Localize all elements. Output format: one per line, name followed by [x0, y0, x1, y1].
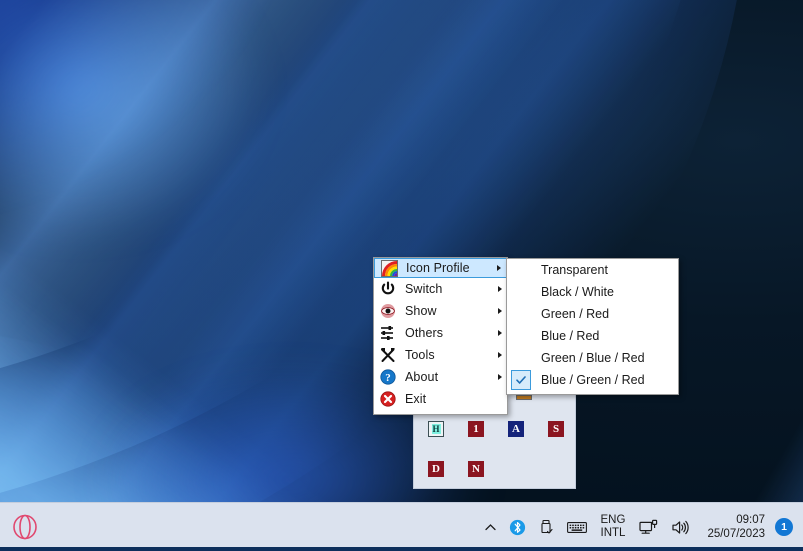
menu-item-icon-profile-label: Icon Profile: [406, 261, 470, 275]
menu-item-show[interactable]: Show: [374, 300, 507, 322]
show-hidden-icons-chevron[interactable]: [478, 507, 503, 547]
ime-line-1: ENG: [600, 514, 626, 526]
bluetooth-icon[interactable]: [503, 507, 532, 547]
menu-item-icon-profile[interactable]: Icon Profile: [374, 258, 507, 278]
menu-item-about[interactable]: ? About: [374, 366, 507, 388]
submenu-item-green-blue-red-label: Green / Blue / Red: [541, 351, 645, 365]
menu-item-others[interactable]: Others: [374, 322, 507, 344]
tray-icon-disk-letter: D: [428, 461, 444, 477]
menu-item-exit-label: Exit: [405, 392, 427, 406]
taskbar-opera-button[interactable]: [9, 511, 41, 543]
tray-icon-altgr-letter: A: [508, 421, 524, 437]
submenu-check-slot: [507, 259, 535, 281]
hammer-wrench-icon: [375, 345, 401, 365]
tray-context-menu[interactable]: Icon Profile Switch Show Others Tools ? …: [373, 257, 508, 415]
submenu-check-slot: [507, 325, 535, 347]
tray-icon-numlock[interactable]: 1: [468, 421, 484, 437]
submenu-check-slot: [507, 281, 535, 303]
network-icon[interactable]: [633, 507, 665, 547]
submenu-item-transparent-label: Transparent: [541, 263, 608, 277]
taskbar-bottom-edge: [0, 547, 803, 551]
menu-item-switch-label: Switch: [405, 282, 443, 296]
submenu-check-slot: [507, 369, 535, 391]
menu-item-tools[interactable]: Tools: [374, 344, 507, 366]
tray-icon-numpad[interactable]: N: [468, 461, 484, 477]
chevron-right-icon: [493, 352, 507, 358]
submenu-item-black-white-label: Black / White: [541, 285, 614, 299]
svg-text:?: ?: [385, 372, 391, 384]
sliders-icon: [375, 323, 401, 343]
menu-item-show-label: Show: [405, 304, 437, 318]
chevron-right-icon: [492, 265, 506, 271]
submenu-check-slot: [507, 303, 535, 325]
submenu-check-slot: [507, 347, 535, 369]
touch-keyboard-icon[interactable]: [561, 507, 593, 547]
menu-item-switch[interactable]: Switch: [374, 278, 507, 300]
question-mark-icon: ?: [375, 367, 401, 387]
tray-icon-hotkey[interactable]: H: [428, 421, 444, 437]
menu-item-about-label: About: [405, 370, 439, 384]
rainbow-gradient-icon: [376, 258, 402, 278]
red-x-icon: [375, 389, 401, 409]
taskbar: ENG INTL 09:07 25/07/2023 1: [0, 502, 803, 551]
submenu-item-blue-red[interactable]: Blue / Red: [507, 325, 678, 347]
tray-icon-numpad-letter: N: [468, 461, 484, 477]
submenu-item-green-blue-red[interactable]: Green / Blue / Red: [507, 347, 678, 369]
menu-item-exit[interactable]: Exit: [374, 388, 507, 410]
usb-eject-icon[interactable]: [532, 507, 561, 547]
volume-icon[interactable]: [665, 507, 697, 547]
eye-icon: [375, 301, 401, 321]
clock-time: 09:07: [736, 514, 765, 526]
desktop-wallpaper: [0, 0, 803, 503]
icon-profile-submenu[interactable]: Transparent Black / White Green / Red Bl…: [506, 258, 679, 395]
opera-icon: [13, 514, 37, 540]
checkmark-icon: [511, 370, 531, 390]
chevron-right-icon: [493, 374, 507, 380]
chevron-right-icon: [493, 330, 507, 336]
power-icon: [375, 279, 401, 299]
tray-icon-scrolllock-letter: S: [548, 421, 564, 437]
chevron-right-icon: [493, 286, 507, 292]
tray-icon-disk[interactable]: D: [428, 461, 444, 477]
tray-icon-altgr[interactable]: A: [508, 421, 524, 437]
tray-icon-numlock-letter: 1: [468, 421, 484, 437]
submenu-item-transparent[interactable]: Transparent: [507, 259, 678, 281]
submenu-item-blue-green-red-label: Blue / Green / Red: [541, 373, 645, 387]
ime-language-indicator[interactable]: ENG INTL: [593, 514, 634, 540]
menu-item-tools-label: Tools: [405, 348, 435, 362]
notification-badge[interactable]: 1: [775, 518, 793, 536]
submenu-item-green-red[interactable]: Green / Red: [507, 303, 678, 325]
chevron-right-icon: [493, 308, 507, 314]
tray-icon-partial-right[interactable]: [516, 395, 532, 411]
submenu-item-black-white[interactable]: Black / White: [507, 281, 678, 303]
tray-icon-scrolllock[interactable]: S: [548, 421, 564, 437]
clock-date: 25/07/2023: [707, 528, 765, 540]
menu-item-others-label: Others: [405, 326, 444, 340]
submenu-item-blue-green-red[interactable]: Blue / Green / Red: [507, 369, 678, 391]
taskbar-clock[interactable]: 09:07 25/07/2023: [697, 513, 773, 541]
submenu-item-blue-red-label: Blue / Red: [541, 329, 600, 343]
submenu-item-green-red-label: Green / Red: [541, 307, 610, 321]
taskbar-system-tray: ENG INTL 09:07 25/07/2023 1: [478, 503, 795, 551]
tray-icon-hotkey-letter: H: [431, 424, 441, 434]
ime-line-2: INTL: [600, 527, 626, 539]
